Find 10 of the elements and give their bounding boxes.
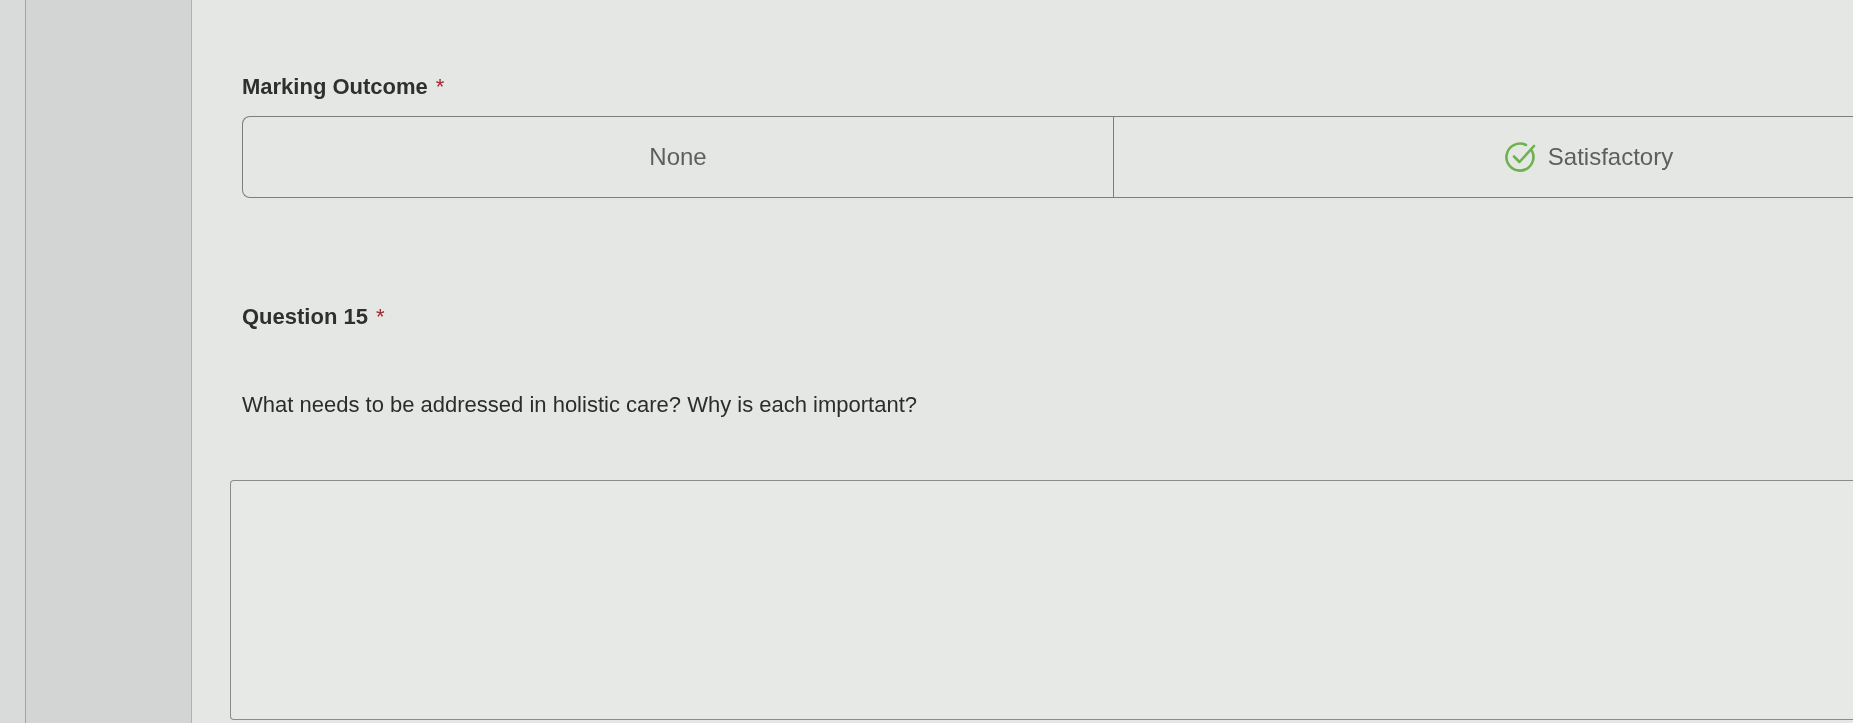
outcome-option[interactable]: None bbox=[243, 117, 1113, 197]
field-label: Question 15 bbox=[242, 304, 368, 330]
outcome-option[interactable]: Satisfactory bbox=[1113, 117, 1853, 197]
answer-field[interactable] bbox=[230, 480, 1853, 720]
option-label: Satisfactory bbox=[1547, 143, 1674, 171]
required-asterisk: * bbox=[375, 304, 385, 330]
field-label: Marking Outcome bbox=[242, 74, 428, 100]
check-circle-icon bbox=[1503, 140, 1538, 174]
question-text: What needs to be addressed in holistic care? Why is each important? bbox=[242, 392, 919, 418]
required-asterisk: * bbox=[435, 74, 445, 100]
